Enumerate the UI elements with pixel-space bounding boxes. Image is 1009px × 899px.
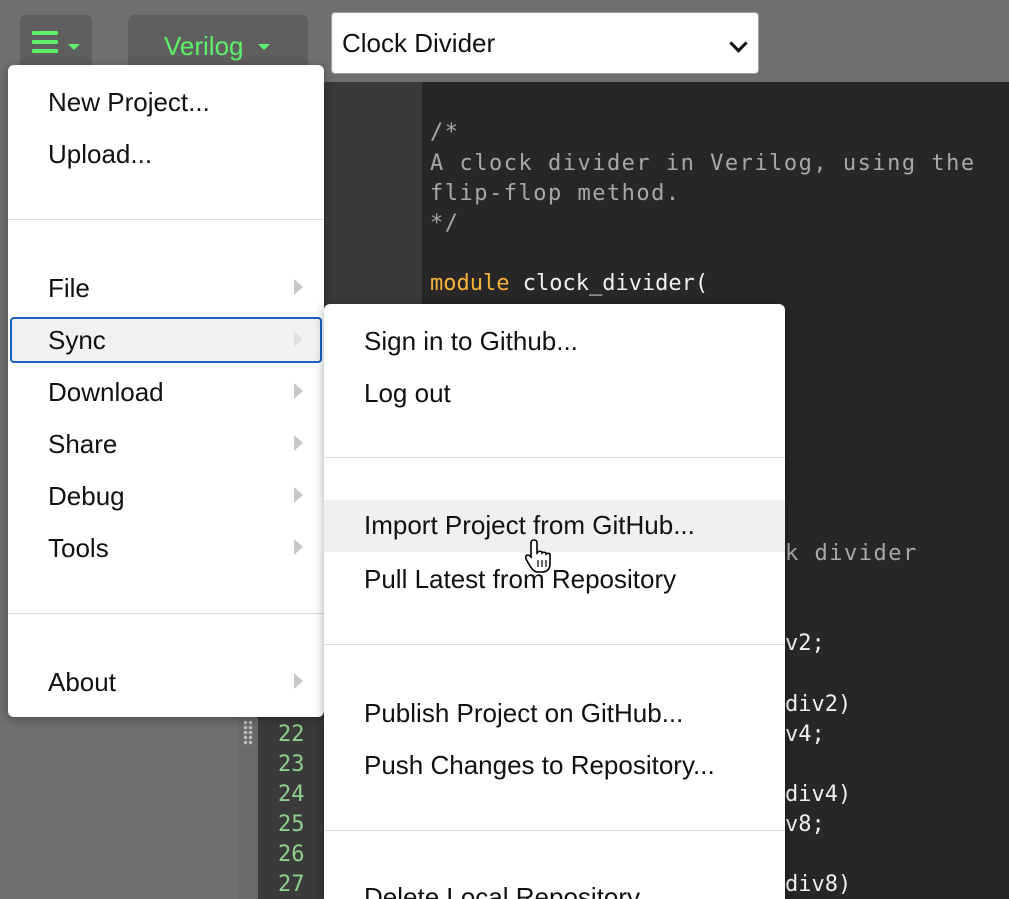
- code-line: module clock_divider(: [430, 271, 708, 296]
- menu-item-new-project[interactable]: New Project...: [48, 87, 210, 118]
- submenu-arrow-icon: [294, 487, 303, 503]
- caret-down-icon: [258, 44, 270, 50]
- code-text: clock_divider(: [509, 271, 709, 296]
- submenu-arrow-icon: [294, 435, 303, 451]
- code-fragment: v4;: [785, 722, 825, 747]
- menu-item-publish-project[interactable]: Publish Project on GitHub...: [364, 698, 683, 729]
- submenu-arrow-icon: [294, 673, 303, 689]
- chevron-down-icon: [729, 34, 748, 53]
- code-fragment: div4): [785, 782, 852, 807]
- code-line: flip-flop method.: [430, 181, 681, 206]
- line-number: 27: [278, 872, 305, 897]
- menu-item-share[interactable]: Share: [48, 429, 117, 460]
- submenu-arrow-icon: [294, 279, 303, 295]
- project-select[interactable]: Clock Divider: [331, 12, 759, 74]
- line-number: 23: [278, 752, 305, 777]
- code-fragment: div8): [785, 872, 852, 897]
- menu-item-about[interactable]: About: [48, 667, 116, 698]
- code-line: */: [430, 211, 460, 236]
- caret-down-icon: [68, 44, 80, 50]
- submenu-arrow-icon: [294, 331, 303, 347]
- code-line: /*: [430, 120, 460, 145]
- hand-pointer-icon: [524, 539, 551, 573]
- menu-divider: [8, 219, 324, 220]
- line-number: 24: [278, 782, 305, 807]
- project-select-value: Clock Divider: [342, 28, 496, 58]
- submenu-arrow-icon: [294, 539, 303, 555]
- menu-item-download[interactable]: Download: [48, 377, 164, 408]
- menu-item-sync[interactable]: Sync: [10, 317, 322, 363]
- line-number: 26: [278, 842, 305, 867]
- menu-item-tools[interactable]: Tools: [48, 533, 109, 564]
- hamburger-icon: [32, 31, 58, 55]
- menu-item-label: Import Project from GitHub...: [364, 510, 695, 540]
- menu-item-upload[interactable]: Upload...: [48, 139, 152, 170]
- language-label: Verilog: [164, 31, 244, 61]
- menu-item-delete-local-repo[interactable]: Delete Local Repository...: [364, 882, 660, 899]
- menu-divider: [324, 457, 785, 458]
- menu-item-sign-in-github[interactable]: Sign in to Github...: [364, 326, 578, 357]
- code-fragment: div2): [785, 692, 852, 717]
- code-fragment: k divider: [785, 541, 918, 566]
- menu-divider: [8, 613, 324, 614]
- code-fragment: v8;: [785, 812, 825, 837]
- code-line: A clock divider in Verilog, using the: [430, 151, 976, 176]
- submenu-arrow-icon: [294, 383, 303, 399]
- main-menu: New Project... Upload... File Sync Downl…: [8, 65, 324, 717]
- menu-item-pull-latest[interactable]: Pull Latest from Repository: [364, 564, 676, 595]
- menu-divider: [324, 644, 785, 645]
- menu-divider: [324, 830, 785, 831]
- resize-grip-icon[interactable]: [243, 720, 253, 746]
- sync-submenu: Sign in to Github... Log out Import Proj…: [324, 304, 785, 899]
- line-number: 25: [278, 812, 305, 837]
- code-fragment: v2;: [785, 631, 825, 656]
- menu-item-log-out[interactable]: Log out: [364, 378, 451, 409]
- menu-item-file[interactable]: File: [48, 273, 90, 304]
- line-number: 22: [278, 722, 305, 747]
- menu-item-debug[interactable]: Debug: [48, 481, 125, 512]
- code-keyword: module: [430, 271, 510, 296]
- menu-item-label: Sync: [48, 325, 106, 355]
- menu-item-push-changes[interactable]: Push Changes to Repository...: [364, 750, 715, 781]
